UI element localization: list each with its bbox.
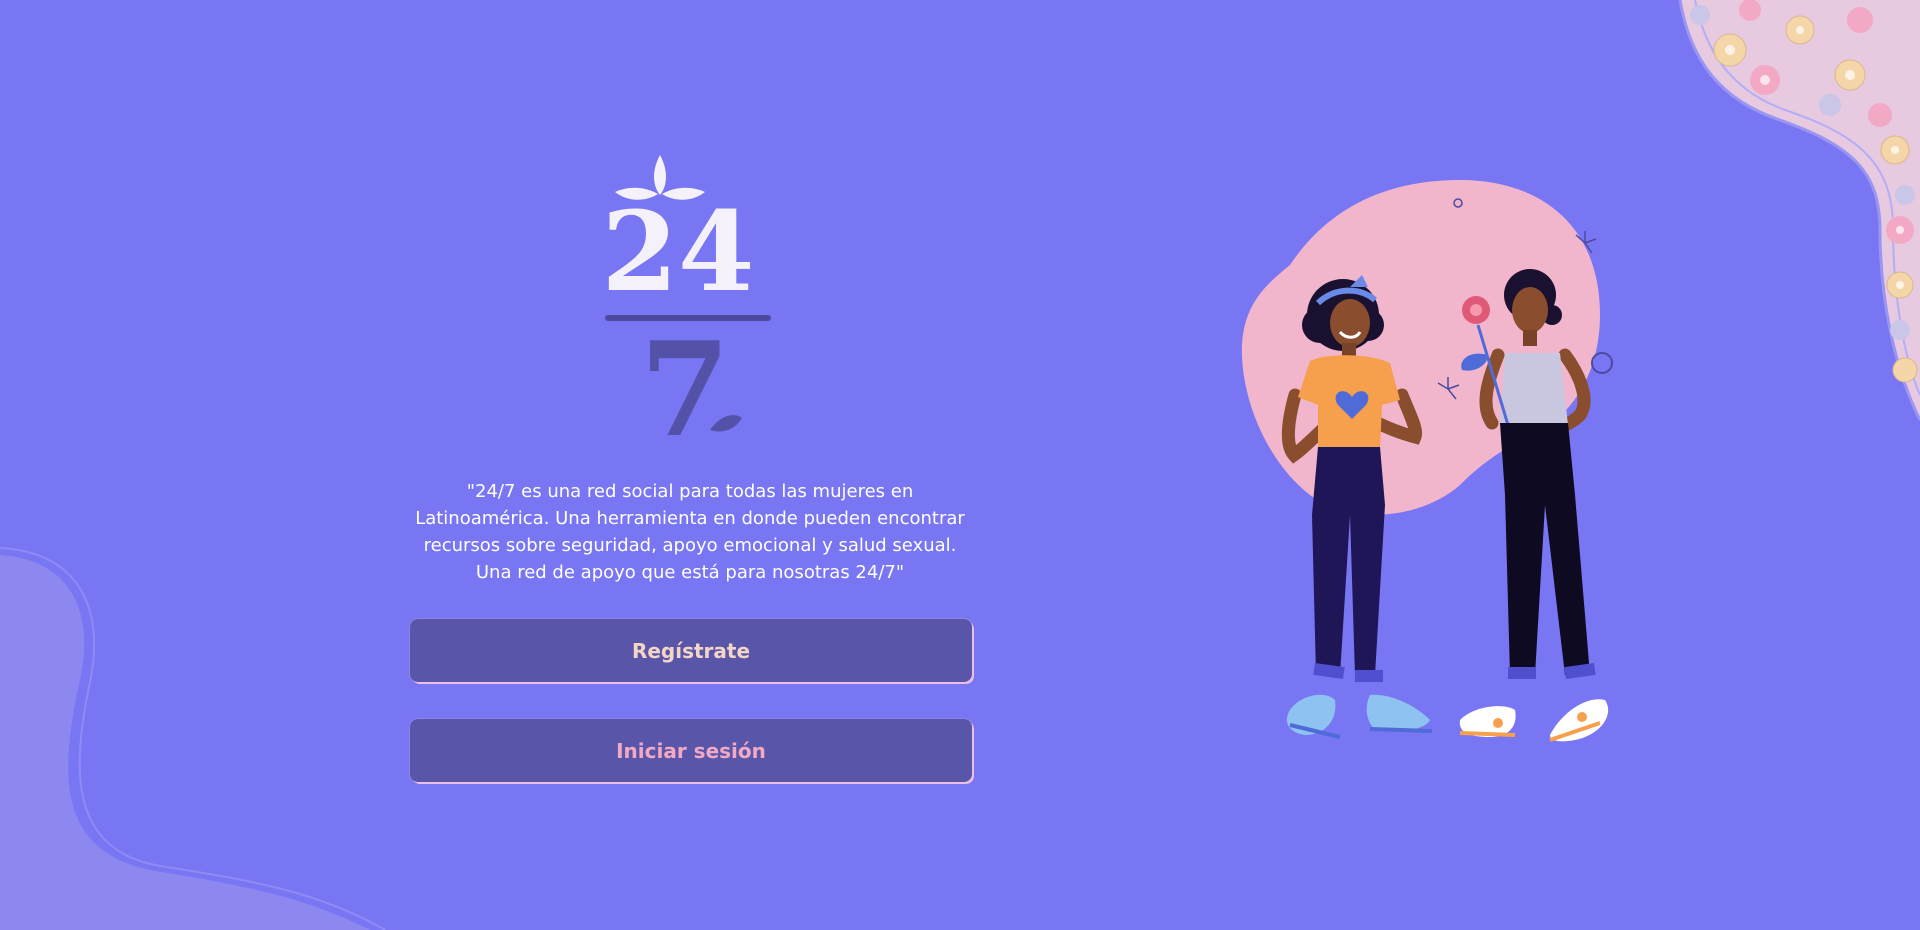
tagline-text: "24/7 es una red social para todas las m… — [390, 478, 990, 586]
tagline-line: "24/7 es una red social para todas las m… — [466, 481, 914, 502]
two-women-friends-illustration — [1241, 180, 1613, 742]
tagline-line: recursos sobre seguridad, apoyo emociona… — [423, 535, 957, 556]
logo-top-number: 24 — [601, 187, 754, 316]
register-button[interactable]: Regístrate — [410, 619, 972, 682]
tagline-line: Una red de apoyo que está para nosotras … — [475, 562, 905, 583]
tagline-line: Latinoamérica. Una herramienta en donde … — [415, 508, 965, 529]
bottom-left-wave — [0, 555, 370, 930]
landing-page: 24 7 "24/7 es una red social para todas … — [0, 0, 1920, 930]
app-logo: 24 7 — [601, 155, 771, 450]
floral-border — [1678, 0, 1920, 421]
background-decoration — [0, 0, 1920, 930]
login-button[interactable]: Iniciar sesión — [410, 719, 972, 782]
